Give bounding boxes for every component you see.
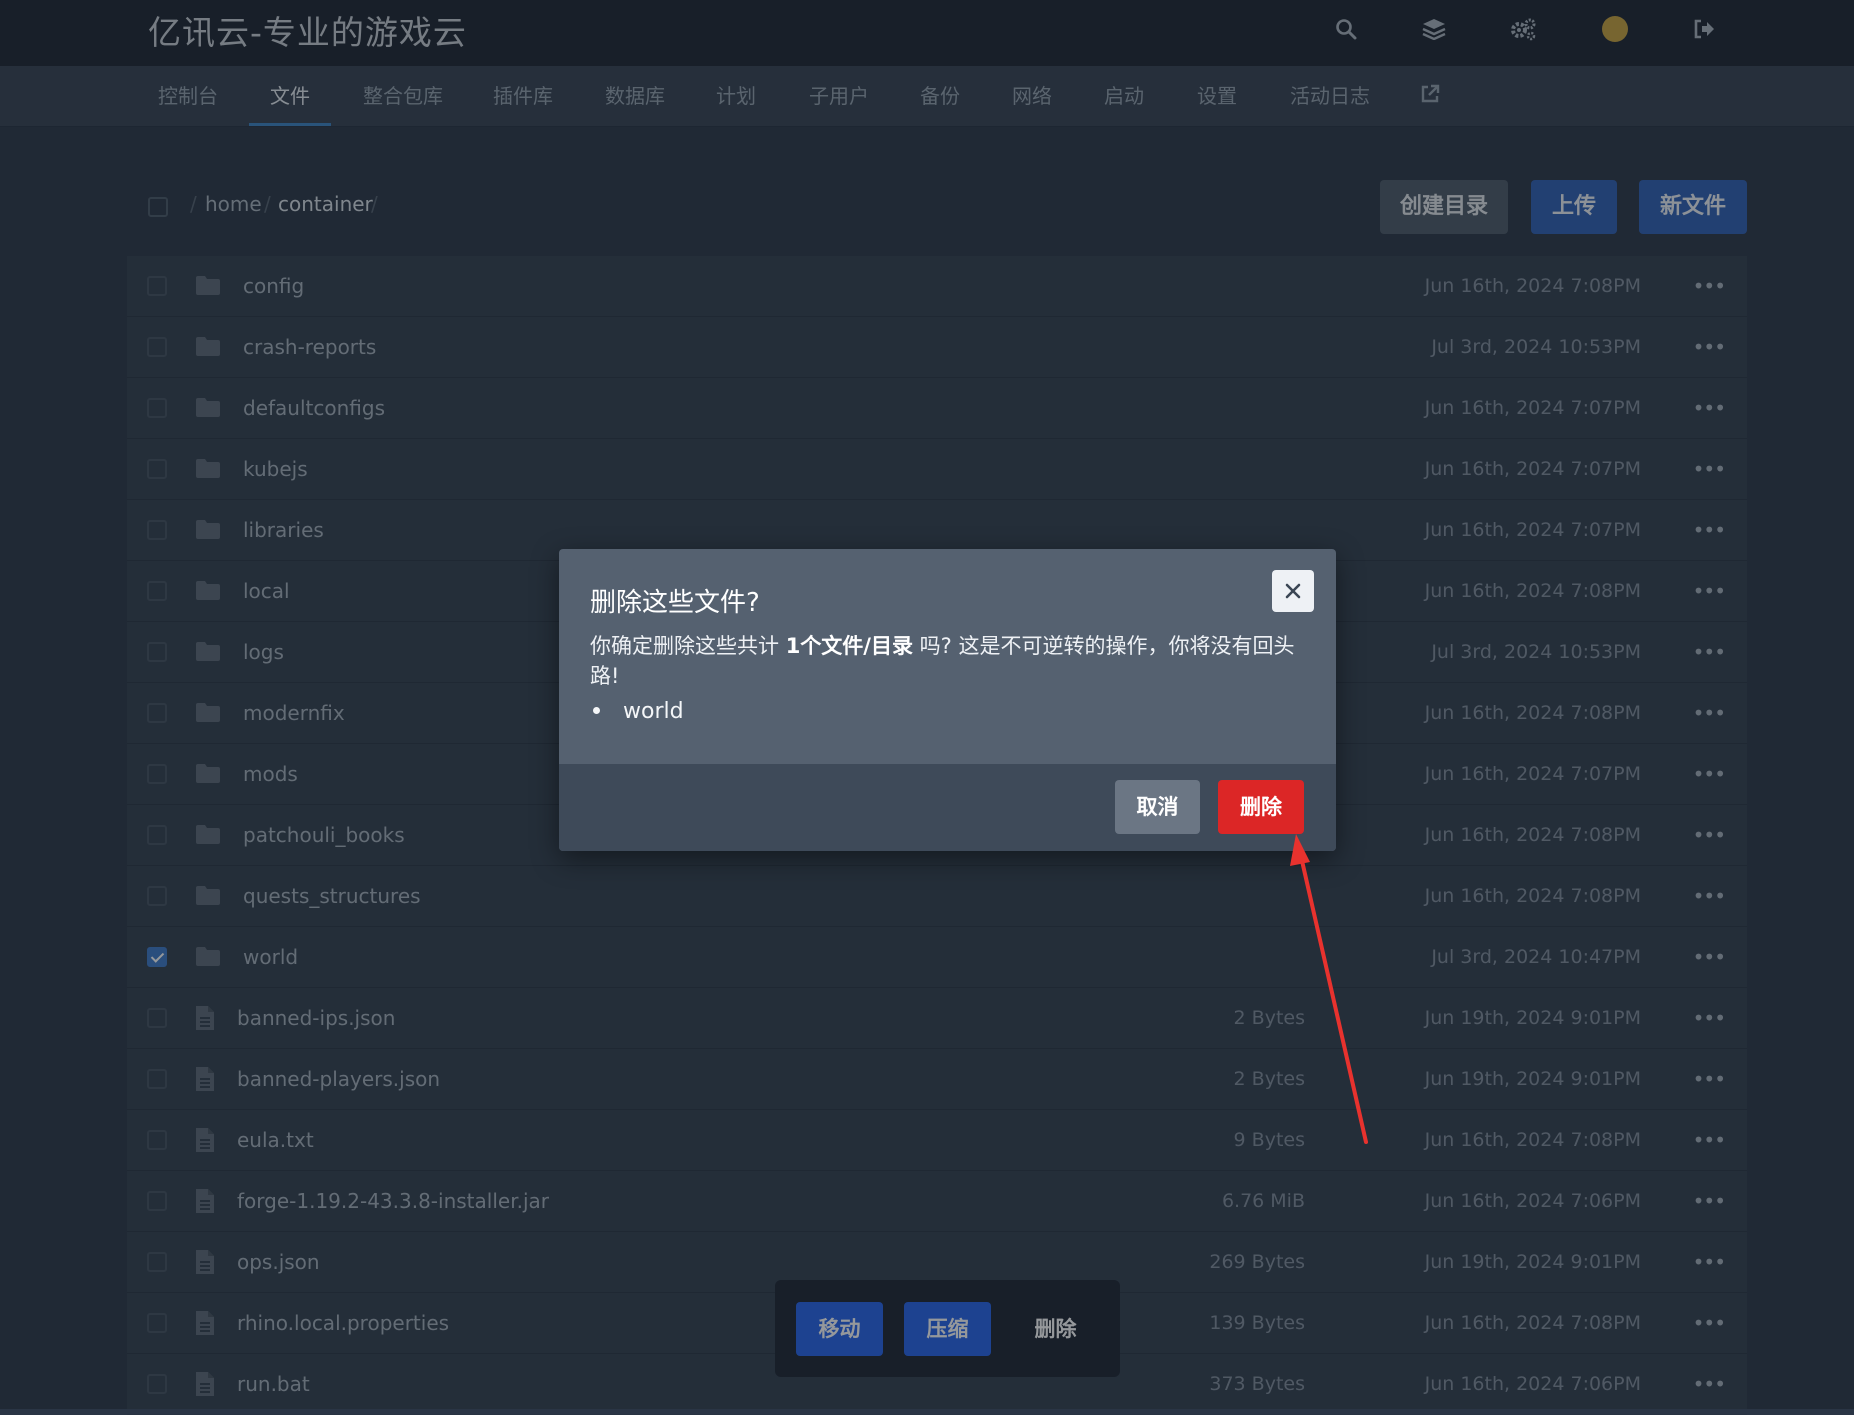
dialog-title: 删除这些文件? xyxy=(590,588,760,618)
confirm-delete-button[interactable]: 删除 xyxy=(1218,780,1304,834)
bullet xyxy=(593,706,600,714)
dialog-message-pre: 你确定删除这些共计 xyxy=(590,634,786,658)
dialog-file-list: world xyxy=(590,699,684,724)
dialog-file-item: world xyxy=(623,699,684,724)
dialog-footer: 取消 删除 xyxy=(559,764,1336,851)
delete-confirm-dialog: 删除这些文件? 你确定删除这些共计 1个文件/目录 吗? 这是不可逆转的操作，你… xyxy=(559,549,1336,851)
dialog-message: 你确定删除这些共计 1个文件/目录 吗? 这是不可逆转的操作，你将没有回头路! xyxy=(590,631,1310,691)
close-icon[interactable] xyxy=(1272,570,1314,612)
cancel-button[interactable]: 取消 xyxy=(1115,780,1200,834)
dialog-message-count: 1个文件/目录 xyxy=(785,634,913,658)
